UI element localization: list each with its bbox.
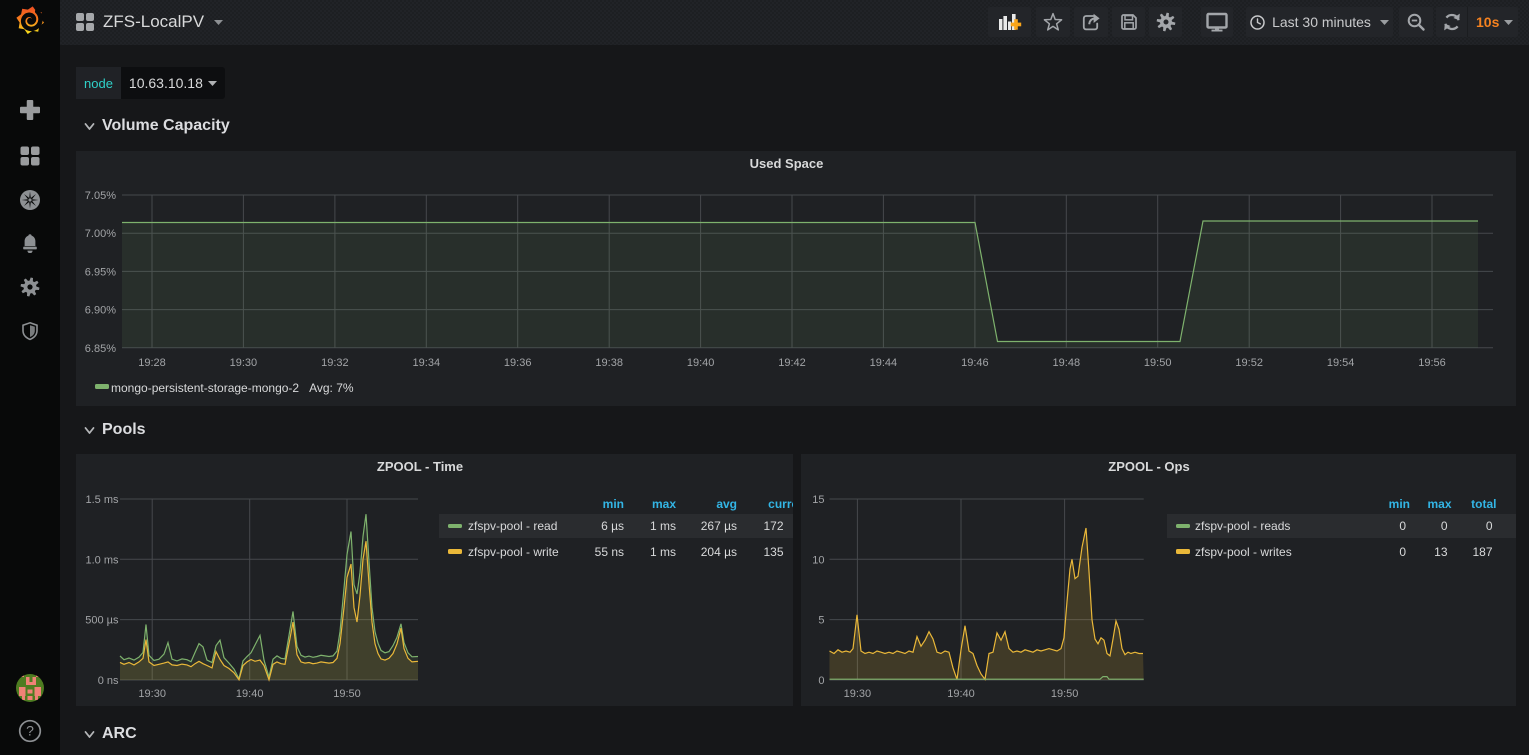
svg-text:19:54: 19:54 xyxy=(1327,357,1355,369)
svg-text:19:36: 19:36 xyxy=(504,357,532,369)
svg-text:5: 5 xyxy=(818,615,824,627)
svg-text:19:42: 19:42 xyxy=(778,357,806,369)
svg-text:19:50: 19:50 xyxy=(1144,357,1172,369)
svg-text:19:50: 19:50 xyxy=(1051,688,1079,700)
svg-text:19:30: 19:30 xyxy=(844,688,872,700)
svg-text:19:34: 19:34 xyxy=(413,357,441,369)
svg-text:19:56: 19:56 xyxy=(1418,357,1446,369)
svg-text:19:44: 19:44 xyxy=(870,357,898,369)
svg-text:19:30: 19:30 xyxy=(138,688,166,700)
svg-text:?: ? xyxy=(26,723,34,739)
svg-text:19:30: 19:30 xyxy=(230,357,258,369)
svg-text:15: 15 xyxy=(812,494,824,506)
svg-text:19:50: 19:50 xyxy=(333,688,361,700)
svg-text:19:46: 19:46 xyxy=(961,357,989,369)
svg-text:19:40: 19:40 xyxy=(947,688,975,700)
svg-text:19:38: 19:38 xyxy=(595,357,623,369)
svg-text:6.90%: 6.90% xyxy=(85,305,116,317)
svg-text:7.00%: 7.00% xyxy=(85,228,116,240)
svg-text:10: 10 xyxy=(812,554,824,566)
svg-text:6.95%: 6.95% xyxy=(85,266,116,278)
svg-text:1.0 ms: 1.0 ms xyxy=(85,554,119,566)
svg-text:7.05%: 7.05% xyxy=(85,190,116,202)
svg-text:19:40: 19:40 xyxy=(236,688,264,700)
svg-text:19:40: 19:40 xyxy=(687,357,715,369)
svg-text:0: 0 xyxy=(818,675,824,687)
svg-text:500 µs: 500 µs xyxy=(85,615,119,627)
svg-text:19:48: 19:48 xyxy=(1053,357,1081,369)
svg-text:0 ns: 0 ns xyxy=(98,675,119,687)
svg-text:6.85%: 6.85% xyxy=(85,343,116,355)
svg-text:1.5 ms: 1.5 ms xyxy=(85,494,119,506)
svg-text:19:32: 19:32 xyxy=(321,357,349,369)
svg-text:19:52: 19:52 xyxy=(1235,357,1263,369)
svg-text:19:28: 19:28 xyxy=(138,357,166,369)
